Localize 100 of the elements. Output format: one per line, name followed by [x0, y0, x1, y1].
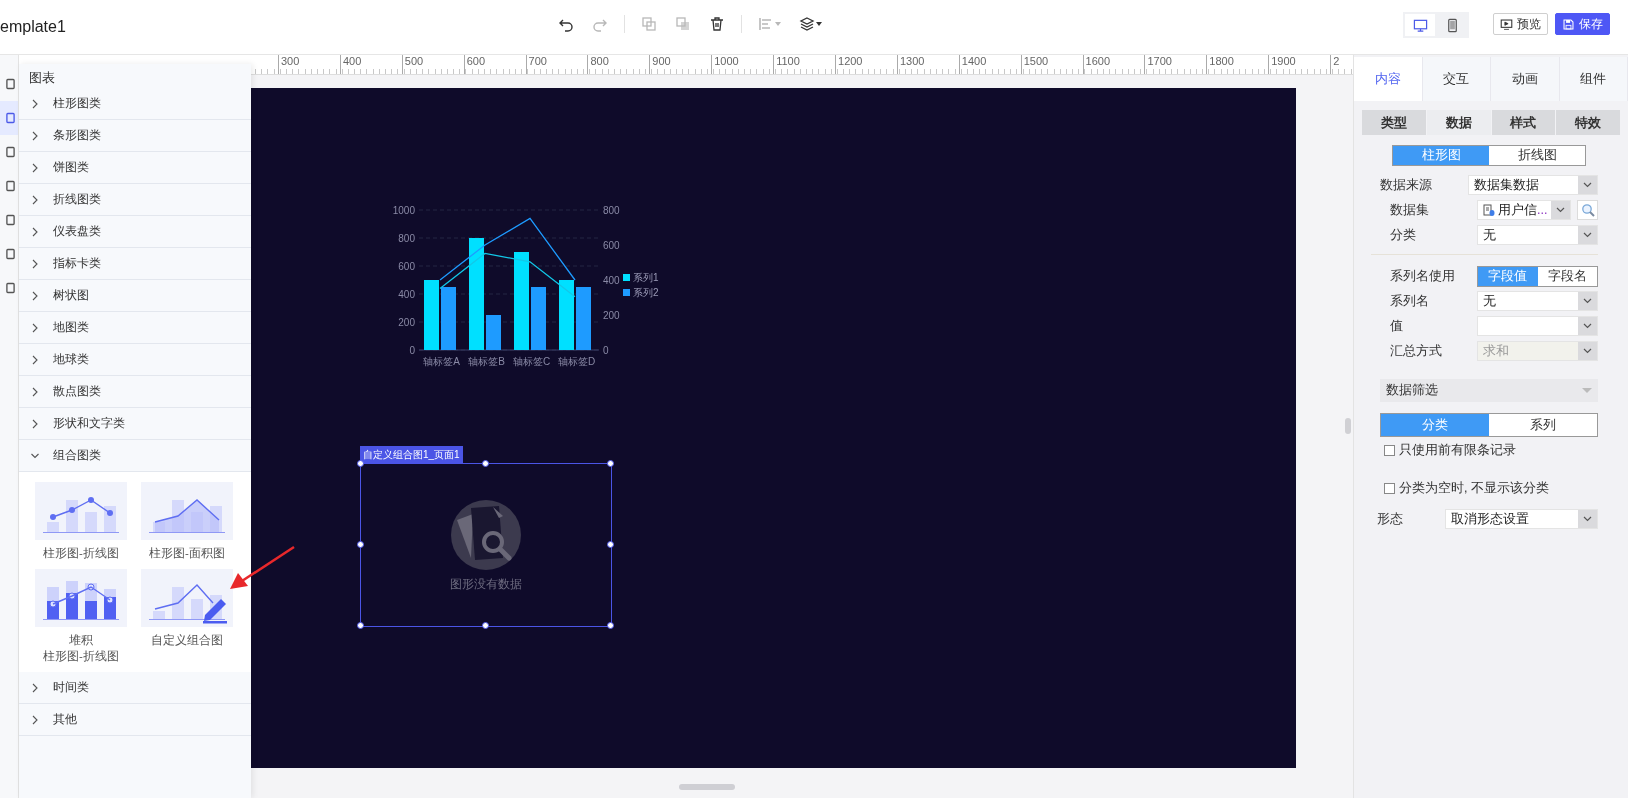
- category-item[interactable]: 地球类: [19, 344, 251, 376]
- trash-icon: [709, 16, 725, 32]
- tab[interactable]: 样式: [1491, 110, 1556, 135]
- chart-type-item[interactable]: 自定义组合图: [134, 569, 240, 664]
- checkbox[interactable]: [1384, 483, 1395, 494]
- field-label: 分类: [1390, 226, 1417, 244]
- chevron-right-icon: [31, 290, 39, 301]
- scrollbar-thumb[interactable]: [679, 784, 735, 790]
- resize-handle[interactable]: [607, 541, 614, 548]
- chevron-right-icon: [31, 418, 39, 429]
- dropdown[interactable]: 无: [1477, 291, 1598, 311]
- chart-type-item[interactable]: 柱形图-折线图: [28, 482, 134, 561]
- resize-handle[interactable]: [607, 460, 614, 467]
- tab[interactable]: 数据: [1426, 110, 1491, 135]
- resize-handle[interactable]: [482, 460, 489, 467]
- axis-label: 0: [603, 344, 609, 356]
- ruler-label: 1200: [835, 55, 897, 74]
- panel-title: 图表: [28, 69, 56, 87]
- category-item[interactable]: 指标卡类: [19, 248, 251, 280]
- align-icon: [758, 16, 774, 32]
- chart-type-item[interactable]: 柱形图-面积图: [134, 482, 240, 561]
- resize-handle[interactable]: [482, 622, 489, 629]
- dropdown[interactable]: 数据集数据: [1468, 175, 1598, 195]
- field-label: 数据来源: [1380, 176, 1433, 194]
- dropdown[interactable]: 取消形态设置: [1445, 509, 1598, 529]
- legend-label: 系列2: [633, 287, 659, 298]
- field-label: 系列名使用: [1390, 267, 1456, 285]
- caret-icon: [775, 22, 781, 26]
- chart-thumbnail-icon: [141, 482, 233, 540]
- dropdown[interactable]: 无: [1477, 225, 1598, 245]
- checkbox[interactable]: [1384, 445, 1395, 456]
- ruler-label: 1100: [773, 55, 835, 74]
- field-label: 值: [1390, 317, 1404, 335]
- axis-label: 800: [398, 232, 415, 244]
- ruler-label: 1000: [711, 55, 774, 74]
- bar: [531, 287, 546, 350]
- resize-handle[interactable]: [1345, 418, 1351, 434]
- category-item[interactable]: 其他: [19, 704, 251, 736]
- category-item[interactable]: 饼图类: [19, 152, 251, 184]
- chevron-down-icon: [1583, 232, 1592, 238]
- no-data-icon: [449, 497, 523, 572]
- save-button[interactable]: 保存: [1555, 13, 1610, 35]
- category-item[interactable]: 形状和文字类: [19, 408, 251, 440]
- bar: [559, 280, 574, 350]
- category-item[interactable]: 散点图类: [19, 376, 251, 408]
- chart-thumbnail-icon: [141, 569, 233, 627]
- search-button[interactable]: [1577, 200, 1598, 220]
- chart-type-item[interactable]: 堆积 柱形图-折线图: [28, 569, 134, 664]
- tab[interactable]: 特效: [1556, 110, 1620, 135]
- ruler-label: 1900: [1268, 55, 1331, 74]
- chart-widget[interactable]: 图形没有数据: [360, 463, 612, 627]
- bar: [441, 287, 456, 350]
- tab[interactable]: 交互: [1422, 57, 1491, 101]
- axis-label: 600: [603, 239, 620, 251]
- category-item[interactable]: 条形图类: [19, 120, 251, 152]
- tab[interactable]: 组件: [1559, 57, 1628, 101]
- device-button[interactable]: [1405, 14, 1435, 36]
- ruler-label: 600: [463, 55, 526, 74]
- category-item[interactable]: 柱形图类: [19, 88, 251, 120]
- chevron-down-icon: [1583, 348, 1592, 354]
- resize-handle[interactable]: [357, 460, 364, 467]
- ruler-label: 300: [278, 55, 340, 74]
- sidebar-icon: [6, 282, 15, 294]
- ruler-label: 1500: [1020, 55, 1083, 74]
- category-item[interactable]: 地图类: [19, 312, 251, 344]
- dropdown-value: 用户信...: [1498, 201, 1548, 219]
- resize-handle[interactable]: [607, 622, 614, 629]
- ruler-label: 900: [649, 55, 712, 74]
- bar: [486, 315, 501, 350]
- chevron-right-icon: [31, 194, 39, 205]
- floppy-icon: [1562, 17, 1575, 31]
- category-item[interactable]: 树状图: [19, 280, 251, 312]
- resize-handle[interactable]: [357, 622, 364, 629]
- axis-label: 400: [398, 288, 415, 300]
- tab[interactable]: 动画: [1491, 57, 1560, 101]
- axis-label: 轴标签A: [423, 356, 460, 367]
- chevron-down-icon: [1556, 207, 1565, 213]
- category-item[interactable]: 折线图类: [19, 184, 251, 216]
- bar: [576, 287, 591, 350]
- sidebar-icon: [6, 146, 15, 158]
- database-icon: [1483, 203, 1495, 217]
- tab[interactable]: 内容: [1354, 57, 1423, 101]
- category-item[interactable]: 时间类: [19, 672, 251, 704]
- dropdown[interactable]: 用户信...: [1477, 200, 1571, 220]
- section-header[interactable]: 数据筛选: [1380, 379, 1598, 402]
- axis-label: 800: [603, 204, 620, 216]
- tab[interactable]: 类型: [1362, 110, 1426, 135]
- axis-label: 轴标签B: [468, 356, 505, 367]
- paste-icon: [675, 16, 691, 32]
- sidebar-button[interactable]: [0, 101, 18, 135]
- checkbox-label: 分类为空时, 不显示该分类: [1399, 480, 1549, 497]
- ruler-label: 1700: [1144, 55, 1207, 74]
- resize-handle[interactable]: [357, 541, 364, 548]
- preview-button[interactable]: 预览: [1493, 13, 1548, 35]
- chevron-right-icon: [31, 386, 39, 397]
- category-item[interactable]: 仪表盘类: [19, 216, 251, 248]
- sidebar-icon: [6, 214, 15, 226]
- triangle-icon: [1582, 388, 1592, 393]
- field-label: 系列名: [1390, 292, 1430, 310]
- chevron-right-icon: [31, 98, 39, 109]
